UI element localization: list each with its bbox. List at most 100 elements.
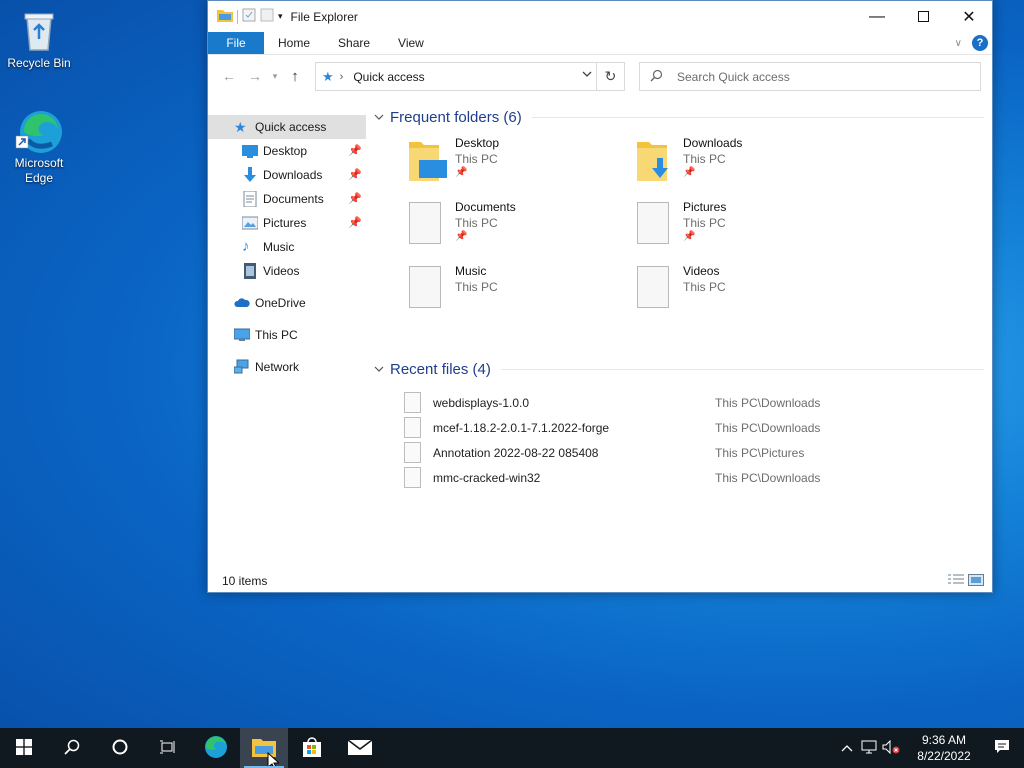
help-icon[interactable]: ? — [972, 35, 988, 51]
sidebar-item-onedrive[interactable]: OneDrive — [208, 291, 366, 315]
forward-button[interactable]: → — [242, 63, 268, 89]
title-bar[interactable]: ▾ File Explorer — ✕ — [208, 1, 992, 32]
search-box[interactable] — [639, 62, 981, 91]
breadcrumb-quick-access[interactable]: Quick access — [353, 70, 424, 84]
folder-tile-documents[interactable]: Documents This PC 📌 — [409, 200, 629, 258]
sidebar-item-network[interactable]: Network — [208, 355, 366, 379]
taskbar-edge[interactable] — [192, 728, 240, 768]
new-folder-icon[interactable] — [260, 8, 274, 25]
list-item[interactable]: webdisplays-1.0.0 This PC\Downloads — [374, 390, 992, 415]
folder-tile-downloads[interactable]: Downloads This PC 📌 — [637, 136, 857, 194]
folder-location: This PC — [455, 216, 498, 230]
customize-toolbar-icon[interactable]: ▾ — [278, 11, 283, 22]
sidebar-item-label: Desktop — [263, 144, 308, 158]
frequent-folders-header[interactable]: Frequent folders (6) — [374, 106, 992, 128]
folder-location: This PC — [683, 280, 726, 294]
file-explorer-window: ▾ File Explorer — ✕ File Home Share View… — [207, 0, 993, 593]
separator — [237, 9, 238, 24]
task-view-icon — [159, 739, 177, 758]
edge-icon — [15, 106, 63, 154]
list-item[interactable]: mcef-1.18.2-2.0.1-7.1.2022-forge This PC… — [374, 415, 992, 440]
folder-name: Downloads — [683, 136, 743, 150]
desktop-icon-edge[interactable]: Microsoft Edge — [3, 106, 75, 186]
file-location: This PC\Downloads — [715, 470, 821, 485]
up-arrow-icon: ↑ — [291, 67, 299, 85]
notification-icon — [994, 739, 1010, 758]
show-hidden-icons-button[interactable] — [836, 741, 858, 755]
close-icon: ✕ — [962, 8, 976, 26]
details-view-icon[interactable] — [948, 574, 964, 589]
volume-muted-icon[interactable] — [880, 739, 902, 757]
sidebar-item-videos[interactable]: Videos — [208, 259, 366, 283]
refresh-button[interactable]: ↻ — [597, 62, 625, 91]
computer-icon — [233, 327, 251, 343]
sidebar-item-music[interactable]: ♪ Music — [208, 235, 366, 259]
task-view-button[interactable] — [144, 728, 192, 768]
action-center-button[interactable] — [980, 739, 1024, 758]
sidebar-item-this-pc[interactable]: This PC — [208, 323, 366, 347]
search-button[interactable] — [48, 728, 96, 768]
folder-tile-videos[interactable]: Videos This PC — [637, 264, 857, 322]
edge-label: Microsoft Edge — [14, 156, 64, 185]
file-name: webdisplays-1.0.0 — [433, 395, 530, 410]
tab-home[interactable]: Home — [264, 32, 324, 54]
pin-icon: 📌 — [348, 169, 362, 181]
minimize-icon: — — [869, 7, 885, 25]
tab-file[interactable]: File — [208, 32, 264, 54]
maximize-button[interactable] — [900, 1, 946, 32]
folder-tile-desktop[interactable]: Desktop This PC 📌 — [409, 136, 629, 194]
back-arrow-icon: ← — [222, 68, 236, 84]
content-pane: Frequent folders (6) Desktop This PC 📌 D… — [366, 98, 992, 570]
start-button[interactable] — [0, 728, 48, 768]
window-title: File Explorer — [290, 9, 358, 24]
downloads-icon — [242, 167, 258, 183]
properties-icon[interactable] — [242, 8, 256, 25]
address-bar[interactable]: ★ › Quick access — [315, 62, 597, 91]
list-item[interactable]: Annotation 2022-08-22 085408 This PC\Pic… — [374, 440, 992, 465]
cortana-button[interactable] — [96, 728, 144, 768]
clock-time: 9:36 AM — [921, 733, 967, 747]
sidebar-item-quick-access[interactable]: ★ Quick access — [208, 115, 366, 139]
tab-view[interactable]: View — [384, 32, 438, 54]
close-button[interactable]: ✕ — [946, 1, 992, 32]
recent-locations-button[interactable]: ▾ — [268, 63, 282, 89]
windows-logo-icon — [16, 738, 32, 758]
recycle-bin-label: Recycle Bin — [7, 56, 71, 70]
search-input[interactable] — [677, 69, 957, 84]
file-location: This PC\Downloads — [715, 395, 821, 410]
tab-share[interactable]: Share — [324, 32, 384, 54]
back-button[interactable]: ← — [216, 63, 242, 89]
sidebar-item-documents[interactable]: Documents 📌 — [208, 187, 366, 211]
sidebar-item-label: This PC — [255, 328, 298, 342]
sidebar-item-desktop[interactable]: Desktop 📌 — [208, 139, 366, 163]
expand-ribbon-icon[interactable]: ∨ — [955, 38, 962, 49]
list-item[interactable]: mmc-cracked-win32 This PC\Downloads — [374, 465, 992, 490]
network-status-icon[interactable] — [858, 740, 880, 757]
taskbar-file-explorer[interactable] — [240, 728, 288, 768]
pictures-icon — [241, 215, 259, 231]
file-name: mcef-1.18.2-2.0.1-7.1.2022-forge — [433, 420, 610, 435]
file-location: This PC\Downloads — [715, 420, 821, 435]
breadcrumb-chevron-icon: › — [339, 70, 344, 83]
desktop-icon-recycle-bin[interactable]: Recycle Bin — [3, 6, 75, 71]
mouse-cursor-icon — [267, 751, 281, 768]
taskbar-mail[interactable] — [336, 728, 384, 768]
taskbar-store[interactable] — [288, 728, 336, 768]
folder-tile-music[interactable]: Music This PC — [409, 264, 629, 322]
up-button[interactable]: ↑ — [282, 63, 308, 89]
downloads-folder-icon — [637, 138, 673, 182]
file-icon — [404, 442, 421, 463]
folder-tile-pictures[interactable]: Pictures This PC 📌 — [637, 200, 857, 258]
large-icons-view-icon[interactable] — [968, 574, 984, 589]
sidebar-item-label: Network — [255, 360, 300, 374]
file-icon — [404, 467, 421, 488]
minimize-button[interactable]: — — [854, 1, 900, 32]
pin-icon: 📌 — [455, 167, 468, 178]
sidebar-item-pictures[interactable]: Pictures 📌 — [208, 211, 366, 235]
address-dropdown-icon[interactable] — [582, 68, 592, 80]
clock[interactable]: 9:36 AM 8/22/2022 — [908, 732, 980, 764]
pin-icon: 📌 — [683, 167, 696, 178]
sidebar-item-downloads[interactable]: Downloads 📌 — [208, 163, 366, 187]
taskbar: 9:36 AM 8/22/2022 — [0, 728, 1024, 768]
recent-files-header[interactable]: Recent files (4) — [374, 358, 992, 380]
